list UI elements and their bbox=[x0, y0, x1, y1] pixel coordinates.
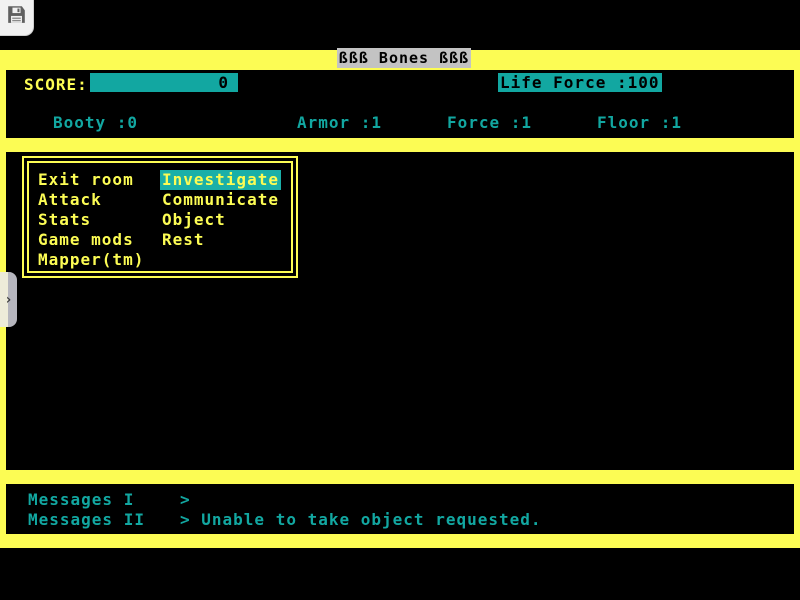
menu-item-investigate[interactable]: Investigate bbox=[160, 170, 281, 190]
menu-item-attack[interactable]: Attack bbox=[38, 190, 144, 210]
score-label: SCORE: bbox=[24, 75, 88, 94]
stat-armor: Armor :1 bbox=[297, 113, 382, 132]
floppy-disk-icon bbox=[7, 5, 26, 24]
menu-item-game-mods[interactable]: Game mods bbox=[38, 230, 144, 250]
life-force-badge: Life Force :100 bbox=[498, 73, 662, 92]
command-menu-inner-border: Exit room Attack Stats Game mods Mapper(… bbox=[27, 161, 293, 273]
menu-item-exit-room[interactable]: Exit room bbox=[38, 170, 144, 190]
chevron-right-icon: › bbox=[4, 293, 12, 307]
menu-item-rest[interactable]: Rest bbox=[162, 230, 281, 250]
score-bar: 0 bbox=[90, 73, 238, 92]
messages-1-label: Messages I bbox=[28, 490, 134, 509]
messages-1-text: > bbox=[180, 490, 191, 509]
status-panel: SCORE: 0 Life Force :100 Booty :0 Armor … bbox=[6, 70, 794, 138]
window-title: ßßß Bones ßßß bbox=[337, 48, 471, 68]
command-menu: Exit room Attack Stats Game mods Mapper(… bbox=[22, 156, 298, 278]
menu-item-communicate[interactable]: Communicate bbox=[162, 190, 281, 210]
main-area: Exit room Attack Stats Game mods Mapper(… bbox=[6, 152, 794, 470]
menu-item-mapper[interactable]: Mapper(tm) bbox=[38, 250, 144, 270]
stat-floor: Floor :1 bbox=[597, 113, 682, 132]
messages-panel: Messages I > Messages II > Unable to tak… bbox=[6, 484, 794, 534]
drawer-toggle-button[interactable]: › bbox=[0, 272, 17, 327]
game-screen: ßßß Bones ßßß SCORE: 0 Life Force :100 B… bbox=[0, 0, 800, 600]
menu-item-stats[interactable]: Stats bbox=[38, 210, 144, 230]
save-button[interactable] bbox=[0, 0, 34, 36]
messages-2-text: > Unable to take object requested. bbox=[180, 510, 542, 529]
messages-2-label: Messages II bbox=[28, 510, 145, 529]
stat-force: Force :1 bbox=[447, 113, 532, 132]
menu-column-1: Exit room Attack Stats Game mods Mapper(… bbox=[38, 170, 144, 270]
menu-item-object[interactable]: Object bbox=[162, 210, 281, 230]
stat-booty: Booty :0 bbox=[53, 113, 138, 132]
menu-column-2: Investigate Communicate Object Rest bbox=[162, 170, 281, 250]
